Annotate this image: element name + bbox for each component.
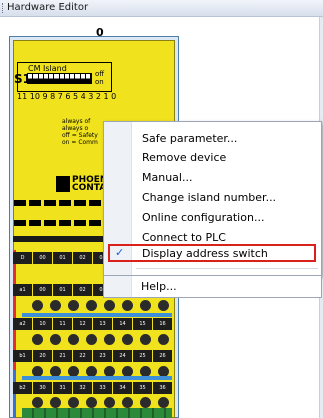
menu-item-display-address-switch[interactable]: Display address switch: [142, 247, 268, 260]
terminal-label: 26: [153, 350, 173, 362]
terminal-label: 25: [133, 350, 153, 362]
checkmark-icon: ✓: [115, 246, 125, 259]
terminal-label: 20: [33, 350, 53, 362]
green-terminal-strip: [22, 408, 172, 418]
terminal-label: a1: [13, 284, 33, 296]
terminal-label: 14: [113, 318, 133, 330]
terminal-label: D: [13, 252, 33, 264]
terminal-label: 21: [53, 350, 73, 362]
menu-item-change-island-number[interactable]: Change island number...: [142, 191, 276, 204]
terminal-label: 36: [153, 382, 173, 394]
terminal-label: 15: [133, 318, 153, 330]
terminal-label: 13: [93, 318, 113, 330]
menu-icon-gutter-bottom: [104, 276, 132, 297]
menu-item-connect-to-plc[interactable]: Connect to PLC: [142, 231, 226, 244]
panel-grip-icon[interactable]: [2, 3, 4, 13]
terminal-label: 24: [113, 350, 133, 362]
hardware-editor-window: Hardware Editor 0 CM Island S1 off on 11…: [0, 0, 323, 418]
terminal-label: 10: [33, 318, 53, 330]
menu-item-online-configuration[interactable]: Online configuration...: [142, 211, 264, 224]
menu-separator: [136, 268, 318, 269]
terminal-screws-row-2: [30, 332, 174, 347]
blue-bus-bar: [22, 313, 172, 317]
dip-legend: always of always o off = Safety on = Com…: [22, 100, 112, 150]
terminal-label: 30: [33, 382, 53, 394]
terminal-label: 01: [53, 284, 73, 296]
off-label: off: [95, 70, 105, 78]
menu-item-remove-device[interactable]: Remove device: [142, 151, 226, 164]
blue-bus-bar: [22, 376, 172, 380]
terminal-row-b2: b2 30 31 32 33 34 35 36: [13, 382, 175, 394]
terminal-label: 00: [33, 252, 53, 264]
logo-mark-icon: [56, 176, 70, 192]
terminal-row-b1: b1 20 21 22 23 24 25 26: [13, 350, 175, 362]
terminal-label: 01: [53, 252, 73, 264]
terminal-label: 00: [33, 284, 53, 296]
legend-line: always o: [62, 125, 89, 132]
terminal-label: 02: [73, 252, 93, 264]
terminal-label: b2: [13, 382, 33, 394]
context-menu-bottom: [103, 276, 322, 298]
menu-item-manual[interactable]: Manual...: [142, 171, 192, 184]
terminal-screws-row-1: [30, 298, 174, 313]
dip-header-label: CM Island: [28, 64, 67, 73]
terminal-label: 32: [73, 382, 93, 394]
on-label: on: [95, 78, 104, 86]
terminal-label: 31: [53, 382, 73, 394]
panel-title-bar: Hardware Editor: [0, 0, 323, 17]
off-on-labels: off on: [95, 70, 104, 86]
menu-item-safe-parameter[interactable]: Safe parameter...: [142, 132, 237, 145]
terminal-label: 16: [153, 318, 173, 330]
menu-item-help-label[interactable]: Help...: [141, 280, 177, 293]
terminal-row-a2: a2 10 11 12 13 14 15 16: [13, 318, 175, 330]
context-menu: Safe parameter... Remove device Manual..…: [103, 121, 322, 276]
panel-title: Hardware Editor: [7, 2, 89, 13]
terminal-label: 34: [113, 382, 133, 394]
legend-line: always of: [62, 118, 91, 125]
legend-line: off = Safety: [62, 132, 98, 139]
terminal-label: b1: [13, 350, 33, 362]
blue-wire: [13, 370, 16, 418]
terminal-label: 11: [53, 318, 73, 330]
legend-line: on = Comm: [62, 139, 98, 146]
terminal-label: 35: [133, 382, 153, 394]
terminal-label: 22: [73, 350, 93, 362]
terminal-label: a2: [13, 318, 33, 330]
dip-switch-row[interactable]: [27, 73, 92, 84]
terminal-label: 23: [93, 350, 113, 362]
terminal-label: 12: [73, 318, 93, 330]
terminal-label: 02: [73, 284, 93, 296]
terminal-label: 33: [93, 382, 113, 394]
